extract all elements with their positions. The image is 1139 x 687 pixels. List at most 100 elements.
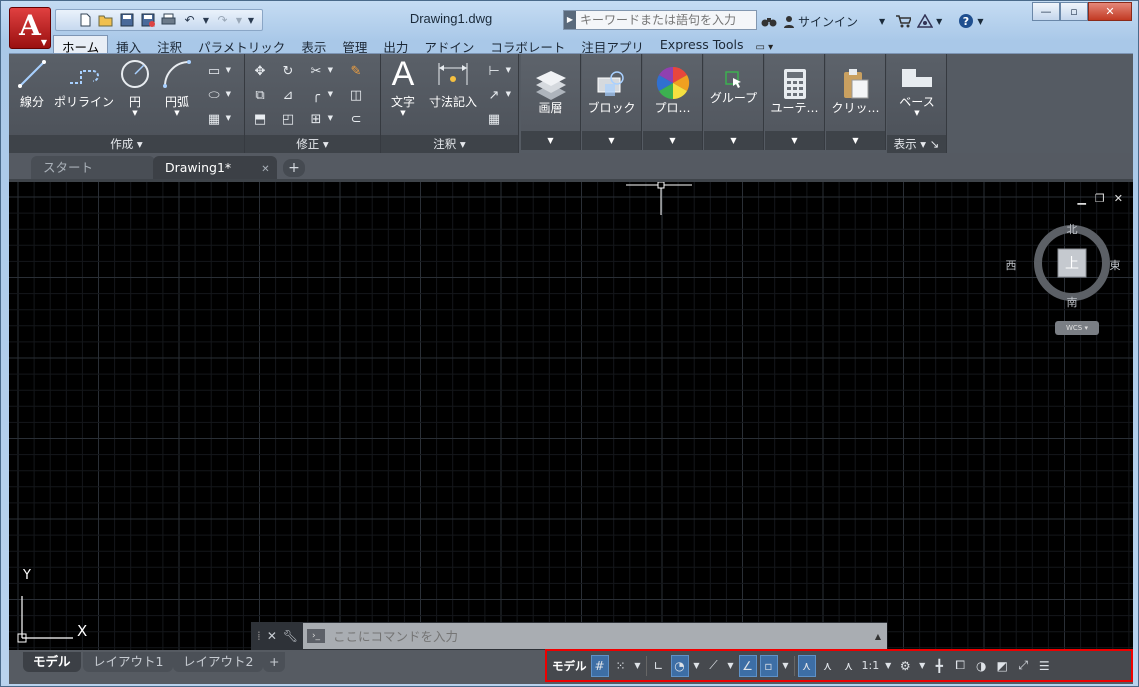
drawing-canvas[interactable]: ▁ ❐ ✕ 北 南 西 東 上 WCS ▾ Y X ⁞ ✕ 🔧︎ ›_ ここにコ… <box>9 179 1133 650</box>
tab-parametric[interactable]: パラメトリック <box>190 36 293 55</box>
dimension-button[interactable]: 寸法記入 <box>427 56 479 109</box>
wrench-icon[interactable]: 🔧︎ <box>283 629 298 643</box>
polar-tracking-icon[interactable]: ◔ <box>670 654 689 677</box>
panel-modify-title[interactable]: 修正 ▾ <box>245 135 380 154</box>
panel-draw-title[interactable]: 作成 ▾ <box>9 135 244 154</box>
panel-groups[interactable]: グループ ▼ <box>704 54 764 150</box>
tab-collaborate[interactable]: コラボレート <box>482 36 573 55</box>
panel-annotation-title[interactable]: 注釈 ▾ <box>381 135 518 154</box>
auto-scale-icon[interactable]: ⋏ <box>819 655 837 677</box>
polyline-button[interactable]: ポリライン <box>51 56 117 109</box>
drag-handle-icon[interactable]: ⁞ <box>257 629 261 643</box>
workspace-gear-icon[interactable]: ⚙ <box>896 655 914 677</box>
table-icon[interactable]: ▦ <box>483 108 505 130</box>
redo-icon[interactable]: ↷ <box>213 11 232 29</box>
panel-clipboard[interactable]: クリッ… ▼ <box>826 54 886 150</box>
annotation-monitor-icon[interactable]: ╋ <box>930 655 948 677</box>
offset-icon[interactable]: ⊂ <box>345 108 367 130</box>
undo-icon[interactable]: ↶ <box>180 11 199 29</box>
units-icon[interactable]: ⧠ <box>951 655 969 677</box>
panel-utilities[interactable]: ユーテ… ▼ <box>765 54 825 150</box>
tab-output[interactable]: 出力 <box>375 36 416 55</box>
open-folder-icon[interactable] <box>96 11 115 29</box>
tab-insert[interactable]: 挿入 <box>108 36 149 55</box>
trim-icon[interactable]: ✂ ▼ <box>305 60 333 82</box>
layout-tab-layout2[interactable]: レイアウト2 <box>173 652 264 672</box>
workspace-dropdown-icon[interactable]: ▼ <box>917 655 927 677</box>
viewcube[interactable]: 北 南 西 東 上 <box>1006 220 1121 309</box>
annotation-visibility-icon[interactable]: ⋏ <box>797 654 816 677</box>
copy-icon[interactable]: ⧉ <box>249 84 271 106</box>
annotation-scale-value[interactable]: 1:1 <box>861 655 881 677</box>
viewport-minimize-icon[interactable]: ▁ <box>1077 192 1085 205</box>
command-prompt-icon[interactable]: ›_ <box>307 629 325 643</box>
tab-view[interactable]: 表示 <box>293 36 334 55</box>
tab-manage[interactable]: 管理 <box>334 36 375 55</box>
tab-annotate[interactable]: 注釈 <box>149 36 190 55</box>
search-input[interactable] <box>576 13 751 27</box>
tab-home[interactable]: ホーム <box>53 35 109 55</box>
leader-icon[interactable]: ↗ ▼ <box>483 84 511 106</box>
customization-menu-icon[interactable]: ☰ <box>1035 655 1053 677</box>
command-input[interactable] <box>325 628 845 644</box>
mirror-icon[interactable]: ⊿ <box>277 84 299 106</box>
ellipse-icon[interactable]: ⬭ ▼ <box>203 84 231 106</box>
add-layout-button[interactable]: + <box>263 652 286 672</box>
scale-dropdown-icon[interactable]: ▼ <box>883 655 893 677</box>
wcs-menu[interactable]: WCS ▾ <box>1055 321 1099 335</box>
application-menu-button[interactable]: A ▼ <box>9 7 51 49</box>
viewport-close-icon[interactable]: ✕ <box>1114 192 1123 205</box>
signin-button[interactable]: サインイン ▼ <box>783 13 885 30</box>
model-space-button[interactable]: モデル <box>551 655 588 677</box>
grid-display-icon[interactable]: # <box>590 654 609 677</box>
stretch-icon[interactable]: ⬒ <box>249 108 271 130</box>
close-button[interactable]: ✕ <box>1088 2 1132 21</box>
viewcube-top-face[interactable]: 上 <box>1058 253 1086 273</box>
minimize-button[interactable]: — <box>1032 2 1060 21</box>
fillet-icon[interactable]: ╭ ▼ <box>305 84 333 106</box>
tab-addins[interactable]: アドイン <box>416 36 482 55</box>
snap-dropdown-icon[interactable]: ▼ <box>633 655 643 677</box>
file-tab-drawing1[interactable]: Drawing1* ✕ <box>153 156 277 179</box>
circle-button[interactable]: 円 ▼ <box>117 56 153 117</box>
linear-dim-icon[interactable]: ⊢ ▼ <box>483 60 511 82</box>
save-as-icon[interactable] <box>138 11 157 29</box>
close-command-line-icon[interactable]: ✕ <box>267 629 277 643</box>
annotation-scale-icon[interactable]: ⋏ <box>840 655 858 677</box>
history-dropdown-icon[interactable]: ▲ <box>875 632 881 641</box>
panel-properties[interactable]: プロ… ▼ <box>643 54 703 150</box>
base-button[interactable]: ベース ▼ <box>891 56 943 117</box>
layout-tab-layout1[interactable]: レイアウト1 <box>83 652 174 672</box>
expand-search-icon[interactable]: ▶ <box>564 11 576 29</box>
polar-dropdown-icon[interactable]: ▼ <box>692 655 702 677</box>
compass-north[interactable]: 北 <box>1066 221 1078 237</box>
tab-featured-apps[interactable]: 注目アプリ <box>573 36 652 55</box>
maximize-button[interactable]: ▫ <box>1060 2 1088 21</box>
isodraft-icon[interactable]: ⟋ <box>705 655 723 677</box>
rotate-icon[interactable]: ↻ <box>277 60 299 82</box>
isodraft-dropdown-icon[interactable]: ▼ <box>726 655 736 677</box>
clean-screen-icon[interactable]: ⤢ <box>1014 655 1032 677</box>
new-tab-button[interactable]: + <box>283 159 305 177</box>
text-button[interactable]: A 文字 ▼ <box>385 55 421 118</box>
rectangle-icon[interactable]: ▭ ▼ <box>203 60 231 82</box>
redo-dropdown-icon[interactable]: ▼ <box>234 11 244 29</box>
new-file-icon[interactable] <box>75 11 94 29</box>
hardware-acceleration-icon[interactable]: ◩ <box>993 655 1011 677</box>
file-tab-start[interactable]: スタート <box>31 156 155 179</box>
array-icon[interactable]: ⊞ ▼ <box>305 108 333 130</box>
object-snap-icon[interactable]: ▫ <box>759 654 778 677</box>
print-icon[interactable] <box>159 11 178 29</box>
object-snap-dropdown-icon[interactable]: ▼ <box>781 655 791 677</box>
panel-view-title[interactable]: 表示 ▾ ↘ <box>887 135 946 154</box>
object-snap-tracking-icon[interactable]: ∠ <box>738 654 757 677</box>
erase-icon[interactable]: ✎ <box>345 60 367 82</box>
scale-icon[interactable]: ◰ <box>277 108 299 130</box>
exchange-apps-icon[interactable]: ▼ <box>917 14 942 28</box>
undo-dropdown-icon[interactable]: ▼ <box>201 11 211 29</box>
compass-east[interactable]: 東 <box>1109 257 1121 273</box>
isolate-objects-icon[interactable]: ◑ <box>972 655 990 677</box>
close-tab-icon[interactable]: ✕ <box>261 164 269 175</box>
customize-toolbar-icon[interactable]: ▼ <box>246 11 256 29</box>
panel-block[interactable]: ブロック ▼ <box>582 54 642 150</box>
